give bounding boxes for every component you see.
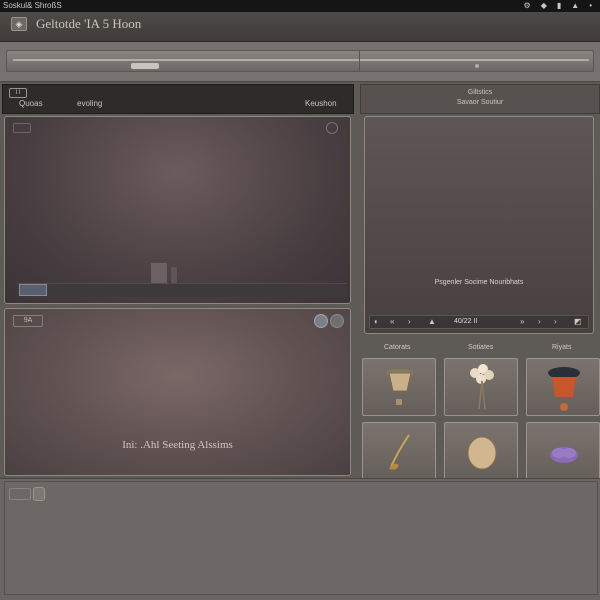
gear-icon[interactable]: ⚙ bbox=[524, 0, 531, 12]
shield-icon[interactable]: ◆ bbox=[541, 0, 547, 12]
panel-tag: 9A bbox=[13, 315, 43, 327]
video-panel-top[interactable] bbox=[4, 116, 351, 304]
thumb-lantern[interactable] bbox=[526, 358, 600, 416]
panel-caption: Ini: .Ahl Seeting Alssims bbox=[122, 439, 233, 451]
pin-icon[interactable]: • bbox=[589, 0, 592, 12]
panel-control-strip bbox=[17, 283, 347, 297]
thumb-fiddle[interactable] bbox=[362, 422, 436, 480]
thumb-label-2: Sotiates bbox=[468, 344, 494, 351]
app-icon[interactable]: ◈ bbox=[11, 17, 27, 31]
thumb-vase[interactable] bbox=[362, 358, 436, 416]
system-bar: Soskul& ShroßS ⚙ ◆ ▮ ▲ • bbox=[0, 0, 600, 12]
progress-track[interactable] bbox=[6, 50, 594, 72]
tab-icon[interactable]: l l bbox=[9, 88, 27, 98]
media-control-bar: ◐ « › ▲ 40/22 II » › › ◩ bbox=[369, 315, 589, 329]
preview-label: Psgenler Socime Nouribhats bbox=[434, 279, 524, 286]
video-panel-mid[interactable]: 9A Ini: .Ahl Seeting Alssims bbox=[4, 308, 351, 476]
bottom-menu-icon[interactable] bbox=[9, 488, 31, 500]
time-counter: 40/22 II bbox=[454, 318, 478, 325]
mic-icon[interactable]: ▮ bbox=[557, 0, 561, 12]
panel-options-icon[interactable] bbox=[326, 122, 338, 134]
rewind-icon[interactable]: ◐ bbox=[374, 317, 379, 326]
lantern-icon bbox=[548, 367, 580, 411]
thumb-labels: Catorats Sotiates Riyats bbox=[356, 342, 600, 354]
right-header: Giltstics Savaor Soutiur bbox=[360, 84, 600, 114]
progress-line bbox=[13, 59, 589, 61]
preview-panel[interactable]: Psgenler Socime Nouribhats ◐ « › ▲ 40/22… bbox=[364, 116, 594, 334]
tab-bar: l l Quoas evoling Keushon bbox=[2, 84, 354, 114]
tab-evoling[interactable]: evoling bbox=[77, 99, 102, 108]
forward-icon[interactable]: » bbox=[520, 317, 524, 326]
screen-icon[interactable] bbox=[19, 284, 47, 296]
system-tray: ⚙ ◆ ▮ ▲ • bbox=[524, 0, 592, 12]
flower-bouquet-icon bbox=[470, 364, 494, 410]
thumb-flowers[interactable] bbox=[444, 358, 518, 416]
title-bar: ◈ Geltotde 'IA 5 Hoon bbox=[0, 12, 600, 42]
camera-icon[interactable] bbox=[314, 314, 328, 328]
prev-icon[interactable]: « bbox=[390, 317, 394, 326]
fullscreen-icon[interactable]: ◩ bbox=[574, 317, 582, 326]
window-title: Geltotde 'IA 5 Hoon bbox=[36, 16, 142, 31]
step-icon[interactable]: › bbox=[538, 317, 541, 326]
flower-icon bbox=[550, 447, 578, 463]
system-bar-text: Soskul& ShroßS bbox=[3, 1, 62, 10]
bottom-content-area[interactable] bbox=[4, 481, 598, 595]
right-column: Giltstics Savaor Soutiur Psgenler Socime… bbox=[356, 84, 600, 480]
bell-icon[interactable]: ▲ bbox=[571, 0, 579, 12]
thumb-label-1: Catorats bbox=[384, 344, 411, 351]
skip-icon[interactable]: › bbox=[554, 317, 557, 326]
progress-marker bbox=[475, 64, 479, 68]
tab-keushon[interactable]: Keushon bbox=[305, 99, 337, 108]
bottom-panel bbox=[0, 478, 600, 600]
egg-icon bbox=[467, 436, 497, 470]
record-icon[interactable] bbox=[33, 487, 45, 501]
progress-divider bbox=[359, 51, 360, 71]
main-left: l l Quoas evoling Keushon 9A Ini: .Ahl S… bbox=[0, 84, 356, 478]
vase-icon bbox=[386, 369, 414, 405]
settings-icon[interactable] bbox=[330, 314, 344, 328]
fiddle-icon bbox=[389, 434, 410, 470]
tab-quoas[interactable]: Quoas bbox=[19, 99, 43, 108]
right-header-subtitle: Savaor Soutiur bbox=[456, 99, 504, 106]
panel-menu-icon[interactable] bbox=[13, 123, 31, 133]
thumb-egg[interactable] bbox=[444, 422, 518, 480]
progress-handle[interactable] bbox=[131, 63, 159, 69]
play-icon[interactable]: ▲ bbox=[428, 317, 436, 326]
thumb-flower[interactable] bbox=[526, 422, 600, 480]
thumb-label-3: Riyats bbox=[552, 344, 572, 351]
right-header-title: Giltstics bbox=[467, 89, 493, 96]
toolbar bbox=[0, 42, 600, 82]
next-frame-icon[interactable]: › bbox=[408, 317, 411, 326]
